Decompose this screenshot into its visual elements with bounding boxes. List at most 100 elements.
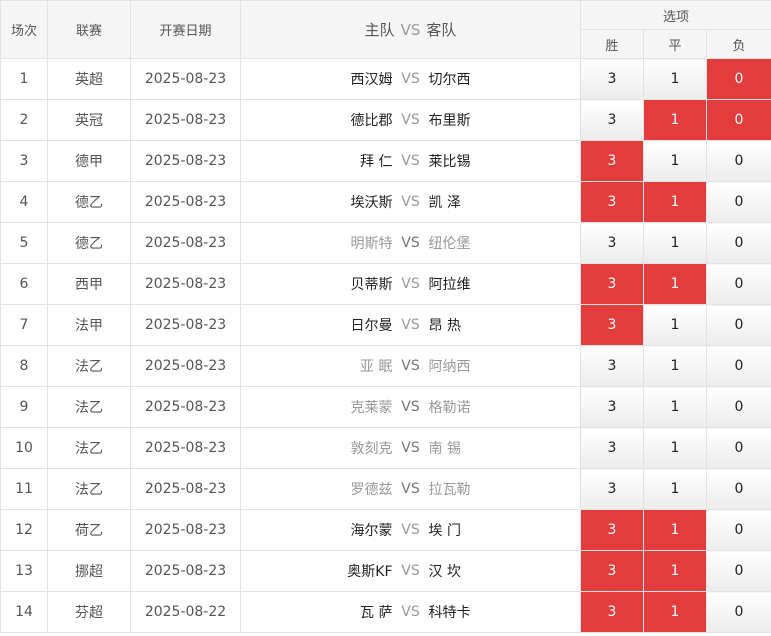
table-row: 12 荷乙 2025-08-23 海尔蒙 VS 埃 门 310 bbox=[0, 509, 771, 551]
table-row: 9 法乙 2025-08-23 克莱蒙 VS 格勒诺 3 1 0 bbox=[0, 386, 771, 428]
row-index: 2 bbox=[0, 99, 48, 141]
option-draw[interactable]: 1 bbox=[643, 427, 707, 469]
row-index: 7 bbox=[0, 304, 48, 346]
option-draw[interactable]: 1 bbox=[643, 140, 707, 182]
option-win[interactable]: 3 bbox=[580, 509, 644, 551]
header-match: 主队 VS 客队 bbox=[240, 0, 581, 59]
row-league: 德甲 bbox=[47, 140, 131, 182]
vs-label: VS bbox=[401, 522, 420, 538]
table-row: 11 法乙 2025-08-23 罗德兹 VS 拉瓦勒 3 1 0 bbox=[0, 468, 771, 510]
row-index: 4 bbox=[0, 181, 48, 223]
row-league: 法乙 bbox=[47, 386, 131, 428]
row-date: 2025-08-23 bbox=[130, 468, 241, 510]
row-date: 2025-08-23 bbox=[130, 550, 241, 592]
row-date: 2025-08-23 bbox=[130, 181, 241, 223]
option-lose[interactable]: 0 bbox=[705, 550, 771, 592]
away-team: 拉瓦勒 bbox=[428, 482, 471, 498]
option-win[interactable]: 3 bbox=[580, 263, 644, 305]
option-draw[interactable]: 1 bbox=[643, 509, 707, 551]
option-draw[interactable]: 1 bbox=[643, 99, 707, 141]
away-team: 纽伦堡 bbox=[428, 236, 471, 252]
table-row: 14 芬超 2025-08-22 瓦 萨 VS 科特卡 3 1 0 bbox=[0, 591, 771, 633]
option-lose[interactable]: 0 bbox=[705, 509, 771, 551]
away-team: 科特卡 bbox=[428, 605, 471, 621]
option-win[interactable]: 3 bbox=[580, 99, 644, 141]
home-team: 瓦 萨 bbox=[360, 605, 393, 621]
row-index: 6 bbox=[0, 263, 48, 305]
option-win[interactable]: 3 bbox=[580, 427, 644, 469]
option-draw[interactable]: 1 bbox=[643, 304, 707, 346]
option-draw[interactable]: 1 bbox=[643, 468, 707, 510]
option-lose[interactable]: 0 bbox=[705, 304, 771, 346]
option-draw[interactable]: 1 bbox=[643, 181, 707, 223]
row-match: 贝蒂斯 VS 阿拉维 bbox=[240, 263, 581, 305]
option-win[interactable]: 3 bbox=[580, 591, 644, 633]
away-team: 莱比锡 bbox=[428, 154, 471, 170]
row-league: 法乙 bbox=[47, 345, 131, 387]
row-match: 西汉姆 VS 切尔西 bbox=[240, 58, 581, 100]
table-row: 6 西甲 2025-08-23 贝蒂斯 VS 阿拉维 3 1 0 bbox=[0, 263, 771, 305]
row-index: 12 bbox=[0, 509, 48, 551]
home-team: 海尔蒙 bbox=[350, 523, 393, 539]
option-lose[interactable]: 0 bbox=[705, 263, 771, 305]
row-date: 2025-08-23 bbox=[130, 58, 241, 100]
vs-label: VS bbox=[401, 604, 420, 620]
row-league: 德乙 bbox=[47, 181, 131, 223]
option-win[interactable]: 3 bbox=[580, 468, 644, 510]
option-draw[interactable]: 1 bbox=[643, 550, 707, 592]
row-index: 9 bbox=[0, 386, 48, 428]
table-row: 13 挪超 2025-08-23 奥斯KF VS 汉 坎 310 bbox=[0, 550, 771, 592]
row-match: 明斯特 VS 纽伦堡 bbox=[240, 222, 581, 264]
option-lose[interactable]: 0 bbox=[705, 140, 771, 182]
vs-label: VS bbox=[401, 563, 420, 579]
row-match: 克莱蒙 VS 格勒诺 bbox=[240, 386, 581, 428]
option-lose[interactable]: 0 bbox=[705, 591, 771, 633]
option-draw[interactable]: 1 bbox=[643, 222, 707, 264]
option-lose[interactable]: 0 bbox=[705, 99, 771, 141]
option-lose[interactable]: 0 bbox=[705, 468, 771, 510]
away-team: 埃 门 bbox=[428, 523, 461, 539]
option-draw[interactable]: 1 bbox=[643, 263, 707, 305]
option-win[interactable]: 3 bbox=[580, 58, 644, 100]
row-index: 3 bbox=[0, 140, 48, 182]
option-lose[interactable]: 0 bbox=[705, 386, 771, 428]
home-team: 亚 眠 bbox=[360, 359, 393, 375]
row-league: 法乙 bbox=[47, 427, 131, 469]
option-win[interactable]: 3 bbox=[580, 345, 644, 387]
option-draw[interactable]: 1 bbox=[643, 345, 707, 387]
vs-label: VS bbox=[401, 194, 420, 210]
row-match: 罗德兹 VS 拉瓦勒 bbox=[240, 468, 581, 510]
vs-label: VS bbox=[401, 276, 420, 292]
table-row: 2 英冠 2025-08-23 德比郡 VS 布里斯 3 1 0 bbox=[0, 99, 771, 141]
option-draw[interactable]: 1 bbox=[643, 58, 707, 100]
header-vs: VS bbox=[400, 20, 421, 39]
option-lose[interactable]: 0 bbox=[705, 181, 771, 223]
away-team: 阿纳西 bbox=[428, 359, 471, 375]
row-date: 2025-08-23 bbox=[130, 509, 241, 551]
option-draw[interactable]: 1 bbox=[643, 591, 707, 633]
table-row: 7 法甲 2025-08-23 日尔曼 VS 昂 热 310 bbox=[0, 304, 771, 346]
home-team: 敦刻克 bbox=[350, 441, 393, 457]
row-date: 2025-08-22 bbox=[130, 591, 241, 633]
option-win[interactable]: 3 bbox=[580, 181, 644, 223]
option-lose[interactable]: 0 bbox=[705, 222, 771, 264]
home-team: 奥斯KF bbox=[347, 564, 393, 580]
row-league: 德乙 bbox=[47, 222, 131, 264]
row-match: 敦刻克 VS 南 锡 bbox=[240, 427, 581, 469]
option-lose[interactable]: 0 bbox=[705, 58, 771, 100]
option-win[interactable]: 3 bbox=[580, 304, 644, 346]
option-win[interactable]: 3 bbox=[580, 550, 644, 592]
option-win[interactable]: 3 bbox=[580, 222, 644, 264]
option-win[interactable]: 3 bbox=[580, 386, 644, 428]
row-date: 2025-08-23 bbox=[130, 222, 241, 264]
option-win[interactable]: 3 bbox=[580, 140, 644, 182]
header-options: 选项 bbox=[579, 0, 771, 30]
vs-label: VS bbox=[401, 358, 420, 374]
option-lose[interactable]: 0 bbox=[705, 345, 771, 387]
row-date: 2025-08-23 bbox=[130, 427, 241, 469]
option-draw[interactable]: 1 bbox=[643, 386, 707, 428]
option-lose[interactable]: 0 bbox=[705, 427, 771, 469]
away-team: 凯 泽 bbox=[428, 195, 461, 211]
header-home: 主队 bbox=[364, 21, 395, 39]
header-index: 场次 bbox=[0, 0, 48, 59]
